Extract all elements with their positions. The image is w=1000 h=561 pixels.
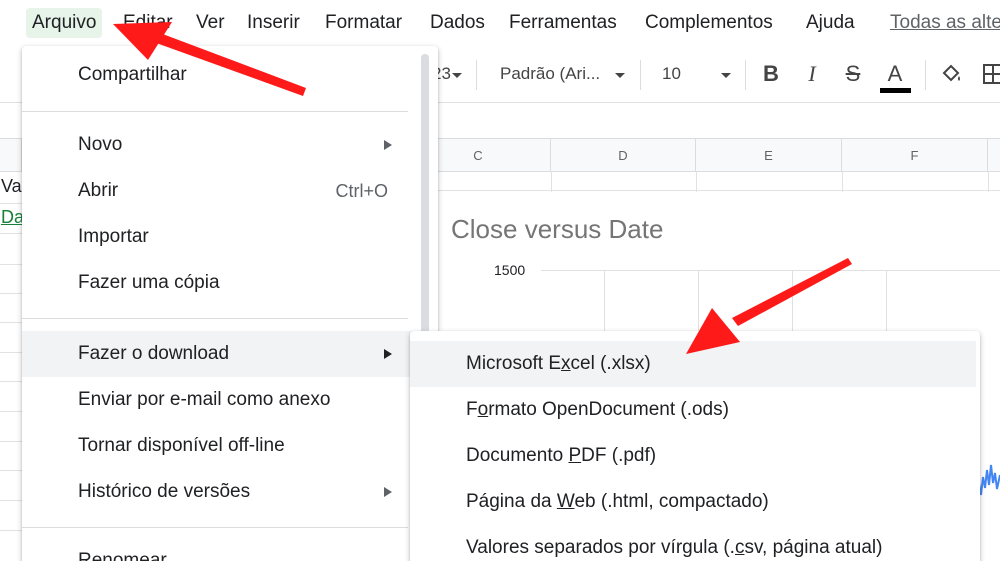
menu-item-abrir[interactable]: Abrir Ctrl+O — [22, 168, 416, 214]
menu-item-label: Enviar por e-mail como anexo — [78, 389, 331, 410]
chart-gridline — [604, 270, 605, 332]
grid-line — [0, 264, 22, 265]
menu-item-label: Fazer o download — [78, 343, 230, 364]
shortcut-label: Ctrl+O — [335, 181, 388, 201]
chart-gridline — [792, 270, 793, 332]
grid-line — [0, 381, 22, 382]
chevron-down-icon — [615, 73, 625, 78]
chart-y-tick: 1500 — [494, 262, 526, 278]
menu-item-compartilhar[interactable]: Compartilhar — [22, 52, 416, 98]
download-pdf[interactable]: Documento PDF (.pdf) — [410, 433, 976, 479]
menu-item-label: Renomear — [78, 550, 167, 561]
download-csv[interactable]: Valores separados por vírgula (.csv, pág… — [410, 525, 976, 561]
menu-arquivo[interactable]: Arquivo — [26, 8, 103, 38]
download-html[interactable]: Página da Web (.html, compactado) — [410, 479, 976, 525]
grid-line — [0, 470, 22, 471]
menubar: Arquivo Editar Ver Inserir Formatar Dado… — [0, 0, 1000, 46]
grid-line — [0, 530, 22, 531]
strikethrough-button[interactable]: S — [838, 58, 868, 90]
menu-editar[interactable]: Editar — [117, 8, 179, 38]
column-header-e[interactable]: E — [696, 138, 842, 172]
menu-item-fazer-copia[interactable]: Fazer uma cópia — [22, 260, 416, 306]
download-ods[interactable]: Formato OpenDocument (.ods) — [410, 387, 976, 433]
menu-item-label: Importar — [78, 226, 149, 247]
menu-separator — [22, 527, 408, 528]
fill-color-button[interactable] — [937, 58, 967, 90]
chevron-right-icon — [384, 140, 392, 150]
cell-a1[interactable]: Va — [1, 176, 22, 197]
chart-title: Close versus Date — [451, 214, 664, 244]
grid-line — [551, 172, 552, 192]
menu-item-importar[interactable]: Importar — [22, 214, 416, 260]
grid-line — [0, 500, 22, 501]
menu-separator — [22, 111, 408, 112]
text-color-indicator — [880, 88, 911, 93]
menu-item-historico[interactable]: Histórico de versões — [22, 469, 416, 515]
download-submenu: Microsoft Excel (.xlsx) Formato OpenDocu… — [410, 331, 980, 561]
download-xlsx[interactable]: Microsoft Excel (.xlsx) — [410, 341, 976, 387]
chevron-down-icon — [452, 73, 462, 78]
toolbar-divider — [745, 60, 746, 90]
grid-line — [842, 172, 843, 192]
bold-button[interactable]: B — [756, 58, 786, 90]
grid-line — [0, 441, 22, 442]
cell-a2[interactable]: Da — [1, 207, 24, 228]
menu-item-renomear[interactable]: Renomear — [22, 538, 416, 561]
menu-item-label: Compartilhar — [78, 64, 187, 85]
column-header-g[interactable] — [988, 138, 1000, 172]
grid-line — [0, 293, 22, 294]
grid-line — [0, 203, 22, 204]
file-menu: Compartilhar Novo Abrir Ctrl+O Importar F… — [22, 46, 438, 561]
menu-inserir[interactable]: Inserir — [241, 8, 306, 38]
grid-line — [0, 233, 22, 234]
menu-item-label: Documento PDF (.pdf) — [466, 445, 657, 466]
column-header-a[interactable] — [0, 138, 22, 172]
menu-item-novo[interactable]: Novo — [22, 122, 416, 168]
chevron-right-icon — [384, 487, 392, 497]
paint-bucket-icon — [942, 64, 960, 82]
menu-item-label: Histórico de versões — [78, 481, 251, 502]
menu-item-download[interactable]: Fazer o download — [22, 331, 416, 377]
borders-icon — [983, 64, 1000, 84]
toolbar-divider — [476, 60, 477, 90]
menu-separator — [22, 318, 408, 319]
menu-ver[interactable]: Ver — [190, 8, 231, 38]
column-header-f[interactable]: F — [842, 138, 988, 172]
grid-line — [988, 172, 989, 192]
toolbar-divider — [925, 60, 926, 90]
italic-button[interactable]: I — [797, 58, 827, 90]
chart-gridline — [541, 270, 1000, 271]
menu-item-offline[interactable]: Tornar disponível off-line — [22, 423, 416, 469]
column-header-d[interactable]: D — [551, 138, 696, 172]
menu-complementos[interactable]: Complementos — [639, 8, 779, 38]
menu-item-label: Novo — [78, 134, 123, 155]
menu-ferramentas[interactable]: Ferramentas — [503, 8, 623, 38]
text-color-button[interactable]: A — [880, 58, 910, 90]
menu-item-enviar-email[interactable]: Enviar por e-mail como anexo — [22, 377, 416, 423]
menu-item-label: Valores separados por vírgula (.csv, pág… — [466, 537, 883, 558]
chart-gridline — [886, 270, 887, 332]
menu-dados[interactable]: Dados — [424, 8, 491, 38]
grid-line — [0, 352, 22, 353]
chart-gridline — [698, 270, 699, 332]
grid-line — [0, 411, 22, 412]
grid-line — [0, 322, 22, 323]
menu-item-label: Fazer uma cópia — [78, 272, 220, 293]
menu-ajuda[interactable]: Ajuda — [800, 8, 861, 38]
menu-formatar[interactable]: Formatar — [319, 8, 408, 38]
borders-button[interactable] — [978, 58, 1000, 90]
menu-item-label: Abrir — [78, 180, 119, 201]
last-edit-link[interactable]: Todas as alte — [884, 8, 1000, 38]
menu-item-label: Tornar disponível off-line — [78, 435, 285, 456]
grid-line — [696, 172, 697, 192]
menu-item-label: Página da Web (.html, compactado) — [466, 491, 769, 512]
menu-item-label: Microsoft Excel (.xlsx) — [466, 353, 651, 374]
chevron-right-icon — [384, 349, 392, 359]
toolbar-divider — [640, 60, 641, 90]
font-family-select[interactable]: Padrão (Ari... — [500, 64, 600, 84]
menu-item-label: Formato OpenDocument (.ods) — [466, 399, 729, 420]
chevron-down-icon — [721, 73, 731, 78]
font-size-select[interactable]: 10 — [662, 64, 681, 84]
grid-line — [436, 190, 1000, 191]
